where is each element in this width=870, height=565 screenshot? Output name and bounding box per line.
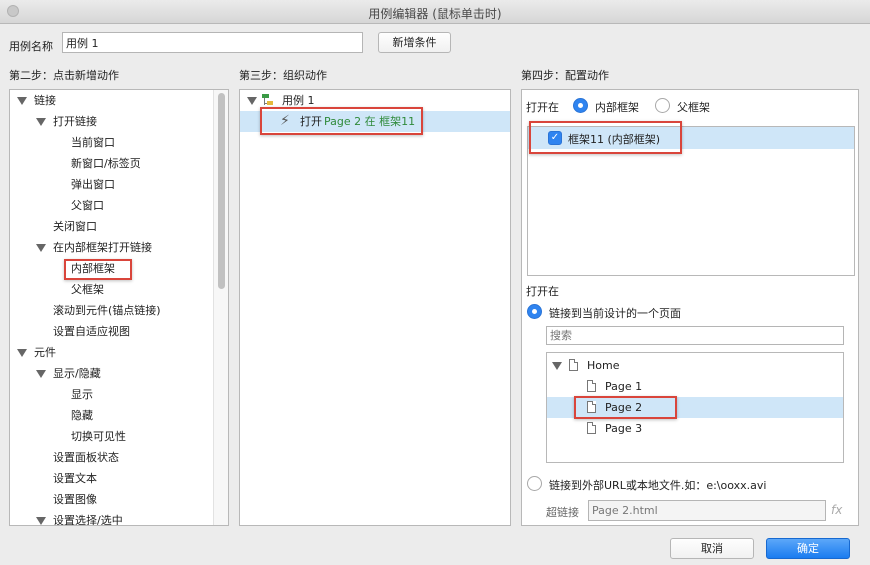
frame-highlight — [529, 121, 682, 154]
action-tree-item[interactable]: 设置面板状态 — [53, 447, 119, 468]
title-bar: 用例编辑器 (鼠标单击时) — [0, 0, 870, 24]
action-tree-item[interactable]: 在内部框架打开链接 — [53, 237, 152, 258]
action-tree-item[interactable]: 父框架 — [71, 279, 104, 300]
action-tree-item-label: 显示/隐藏 — [53, 367, 101, 380]
action-tree-item[interactable]: 新窗口/标签页 — [71, 153, 141, 174]
add-condition-button[interactable]: 新增条件 — [378, 32, 451, 53]
action-tree-item[interactable]: 设置文本 — [53, 468, 97, 489]
action-tree-item-label: 在内部框架打开链接 — [53, 241, 152, 254]
link-current-design-radio[interactable] — [527, 304, 542, 319]
action-tree-item-label: 隐藏 — [71, 409, 93, 422]
actions-scroll-thumb[interactable] — [218, 93, 225, 289]
page-tree-item[interactable]: Page 3 — [605, 418, 642, 439]
action-highlight — [260, 107, 423, 135]
action-tree-item[interactable]: 设置选择/选中 — [53, 510, 123, 526]
inline-frame-radio[interactable] — [573, 98, 588, 113]
search-input[interactable] — [546, 326, 844, 345]
hyperlink-input[interactable] — [588, 500, 826, 521]
action-tree-item[interactable]: 当前窗口 — [71, 132, 115, 153]
action-tree-item[interactable]: 链接 — [34, 90, 56, 111]
action-tree-item[interactable]: 元件 — [34, 342, 56, 363]
inline-frame-radio-label: 内部框架 — [595, 101, 639, 114]
link-external-radio[interactable] — [527, 476, 542, 491]
action-tree-item[interactable]: 切换可见性 — [71, 426, 126, 447]
inline-frame-highlight — [64, 259, 132, 280]
ok-button[interactable]: 确定 — [766, 538, 850, 559]
action-tree-item-label: 设置图像 — [53, 493, 97, 506]
expand-arrow-icon[interactable] — [36, 244, 46, 252]
action-tree-item-label: 打开链接 — [53, 115, 97, 128]
page-tree: Home Page 1 Page 2 Page 3 — [546, 352, 844, 463]
step4-title: 第四步：配置动作 — [521, 69, 609, 82]
expand-arrow-icon[interactable] — [552, 362, 562, 370]
open-in-label: 打开在 — [526, 101, 559, 114]
action-tree-item-label: 设置面板状态 — [53, 451, 119, 464]
page-tree-item[interactable]: Home — [587, 355, 619, 376]
action-tree-item-label: 设置自适应视图 — [53, 325, 130, 338]
configure-action-panel: 打开在 内部框架 父框架 ✓ 框架11 (内部框架) 打开在 链接到当前设计的一… — [521, 89, 859, 526]
expand-arrow-icon[interactable] — [247, 97, 257, 105]
action-tree-item[interactable]: 设置图像 — [53, 489, 97, 510]
expand-arrow-icon[interactable] — [17, 349, 27, 357]
page-icon — [569, 359, 578, 371]
window-title: 用例编辑器 (鼠标单击时) — [368, 7, 502, 21]
action-tree-item[interactable]: 关闭窗口 — [53, 216, 97, 237]
step2-title: 第二步：点击新增动作 — [9, 69, 119, 82]
action-tree-item-label: 新窗口/标签页 — [71, 157, 141, 170]
action-tree-item[interactable]: 设置自适应视图 — [53, 321, 130, 342]
step3-title: 第三步：组织动作 — [239, 69, 327, 82]
action-tree-item-label: 滚动到元件(锚点链接) — [53, 304, 161, 317]
action-tree-item-label: 切换可见性 — [71, 430, 126, 443]
case-flow-icon — [262, 94, 274, 106]
actions-scrollbar[interactable] — [213, 90, 228, 525]
cancel-button[interactable]: 取消 — [670, 538, 754, 559]
page-icon — [587, 380, 596, 392]
link-current-design-label: 链接到当前设计的一个页面 — [549, 307, 681, 320]
case-name-input[interactable] — [62, 32, 363, 53]
organize-actions-panel: 用例 1 ⚡ 打开 Page 2 在 框架11 — [239, 89, 511, 526]
open-in-label-2: 打开在 — [526, 285, 559, 298]
action-tree-item-label: 元件 — [34, 346, 56, 359]
action-tree-item[interactable]: 显示/隐藏 — [53, 363, 101, 384]
actions-tree-panel: 链接 打开链接 当前窗口 新窗口/标签页 弹出窗口 父窗口 关闭窗口 在内部框架打开链接 内部框… — [9, 89, 229, 526]
action-tree-item[interactable]: 打开链接 — [53, 111, 97, 132]
page-tree-item[interactable]: Page 1 — [605, 376, 642, 397]
expand-arrow-icon[interactable] — [17, 97, 27, 105]
action-tree-item-label: 当前窗口 — [71, 136, 115, 149]
expand-arrow-icon[interactable] — [36, 517, 46, 525]
action-tree-item[interactable]: 显示 — [71, 384, 93, 405]
link-external-label: 链接到外部URL或本地文件.如：e:\ooxx.avi — [549, 479, 767, 492]
action-tree-item-label: 弹出窗口 — [71, 178, 115, 191]
action-tree-item[interactable]: 弹出窗口 — [71, 174, 115, 195]
parent-frame-radio-label: 父框架 — [677, 101, 710, 114]
action-tree-item[interactable]: 滚动到元件(锚点链接) — [53, 300, 161, 321]
action-tree-item[interactable]: 隐藏 — [71, 405, 93, 426]
action-tree-item-label: 设置文本 — [53, 472, 97, 485]
page2-highlight — [574, 396, 677, 419]
page-icon — [587, 422, 596, 434]
action-tree-item-label: 父框架 — [71, 283, 104, 296]
action-tree-item-label: 链接 — [34, 94, 56, 107]
parent-frame-radio[interactable] — [655, 98, 670, 113]
action-tree-item-label: 设置选择/选中 — [53, 514, 123, 526]
action-tree-item-label: 显示 — [71, 388, 93, 401]
action-tree-item-label: 关闭窗口 — [53, 220, 97, 233]
action-tree-item-label: 父窗口 — [71, 199, 104, 212]
fx-icon[interactable]: fx — [831, 503, 842, 517]
hyperlink-label: 超链接 — [546, 506, 579, 519]
expand-arrow-icon[interactable] — [36, 118, 46, 126]
case-name-label: 用例名称 — [9, 40, 53, 53]
expand-arrow-icon[interactable] — [36, 370, 46, 378]
action-tree-item[interactable]: 父窗口 — [71, 195, 104, 216]
